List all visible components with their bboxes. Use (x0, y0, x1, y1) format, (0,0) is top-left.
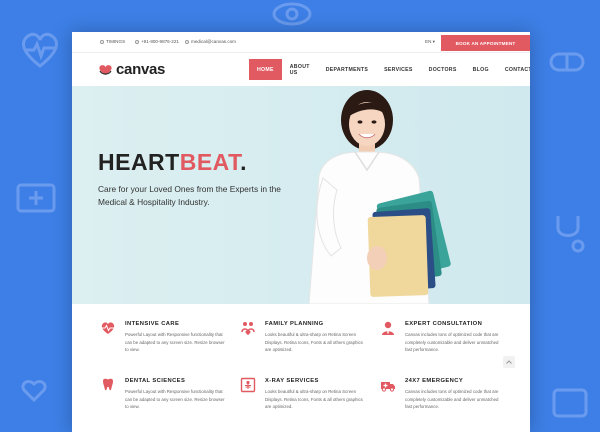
nav-services[interactable]: SERVICES (376, 59, 421, 80)
capsule-icon (549, 52, 585, 72)
nav-departments[interactable]: DEPARTMENTS (318, 59, 376, 80)
phone-label: +91-800-9876-221 (141, 39, 179, 44)
feature-text: Powerful Layout with Responsive function… (125, 332, 225, 353)
features-section: INTENSIVE CARE Powerful Layout with Resp… (72, 304, 530, 432)
feature-title: EXPERT CONSULTATION (405, 321, 483, 327)
heartbeat-icon (101, 322, 115, 334)
hero-subtitle: Care for your Loved Ones from the Expert… (98, 184, 281, 207)
feature-title: INTENSIVE CARE (125, 321, 180, 327)
clock-icon (100, 39, 104, 44)
email-label: medical@canvas.com (191, 39, 237, 44)
medical-cross-icon (16, 183, 56, 213)
phone-link[interactable]: +91-800-9876-221 (135, 39, 179, 44)
feature-title: 24X7 EMERGENCY (405, 378, 464, 384)
nav-home[interactable]: HOME (249, 59, 282, 80)
feature-text: Canvas includes tons of optimized code t… (405, 389, 499, 410)
browser-page: TIMINGS +91-800-9876-221 medical@canvas.… (72, 32, 530, 432)
email-link[interactable]: medical@canvas.com (185, 39, 236, 44)
nav-doctors[interactable]: DOCTORS (421, 59, 465, 80)
timings-label: TIMINGS (106, 39, 126, 44)
feature-text: Looks beautiful & ultra-sharp on Retina … (265, 389, 363, 410)
hero-title-main: HEART (98, 149, 180, 175)
hand-heart-icon (21, 380, 47, 403)
nav-contact[interactable]: CONTACT (497, 59, 530, 80)
timings-link[interactable]: TIMINGS (100, 39, 125, 44)
book-appointment-button[interactable]: BOOK AN APPOINTMENT (441, 35, 530, 51)
main-nav: HOME ABOUT US DEPARTMENTS SERVICES DOCTO… (249, 59, 530, 80)
nav-blog[interactable]: BLOG (465, 59, 497, 80)
first-aid-icon (552, 388, 588, 418)
mail-icon (185, 39, 189, 44)
logo[interactable]: canvas (98, 61, 165, 78)
scroll-to-top-button[interactable] (503, 356, 515, 368)
logo-text: canvas (116, 61, 166, 78)
hero-title: HEARTBEAT. (98, 149, 247, 176)
feature-text: Looks beautiful & ultra-sharp on Retina … (265, 332, 363, 353)
feature-title: DENTAL SCIENCES (125, 378, 186, 384)
eye-icon (272, 2, 312, 26)
xray-icon (240, 377, 256, 393)
hero-title-accent: BEAT (179, 149, 241, 175)
ambulance-icon (381, 382, 395, 392)
feature-title: FAMILY PLANNING (265, 321, 324, 327)
heart-outline-icon (22, 32, 58, 68)
site-header: canvas HOME ABOUT US DEPARTMENTS SERVICE… (72, 53, 530, 86)
nav-about-us[interactable]: ABOUT US (282, 59, 318, 80)
feature-text: Powerful Layout with Responsive function… (125, 389, 225, 410)
top-bar: TIMINGS +91-800-9876-221 medical@canvas.… (72, 32, 530, 53)
hero-section: HEARTBEAT. Care for your Loved Ones from… (72, 86, 530, 304)
phone-icon (135, 39, 139, 44)
chevron-up-icon (506, 360, 512, 364)
hero-title-dot: . (240, 149, 247, 175)
language-selector[interactable]: EN ▾ (425, 39, 435, 45)
feature-title: X-RAY SERVICES (265, 378, 319, 384)
stethoscope-icon (556, 216, 585, 253)
logo-heart-icon (99, 64, 112, 75)
family-icon (241, 322, 255, 335)
feature-text: Canvas includes tons of optimized code t… (405, 332, 499, 353)
nurse-image (308, 90, 451, 304)
tooth-icon (103, 378, 113, 391)
doctor-icon (382, 321, 394, 335)
